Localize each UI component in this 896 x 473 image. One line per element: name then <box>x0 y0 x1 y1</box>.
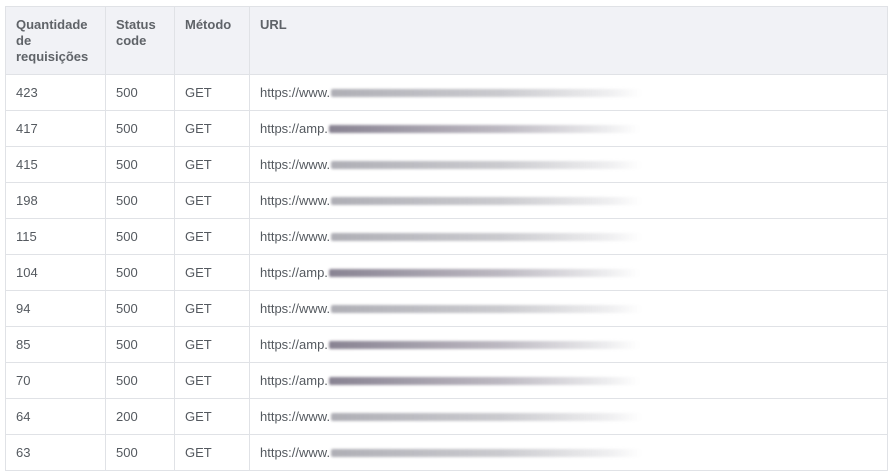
cell-method: GET <box>174 434 250 471</box>
redacted-url-blur <box>331 232 642 241</box>
header-status-code: Status code <box>105 6 175 75</box>
table-row: 115 500 GET https://www. <box>5 218 888 255</box>
cell-status-code: 500 <box>105 326 175 363</box>
table-row: 417 500 GET https://amp. <box>5 110 888 147</box>
table-row: 415 500 GET https://www. <box>5 146 888 183</box>
cell-method: GET <box>174 218 250 255</box>
cell-request-count: 415 <box>5 146 106 183</box>
cell-request-count: 423 <box>5 74 106 111</box>
cell-status-code: 500 <box>105 218 175 255</box>
url-text: https://www. <box>260 157 331 172</box>
table-row: 94 500 GET https://www. <box>5 290 888 327</box>
url-text: https://www. <box>260 409 331 424</box>
cell-method: GET <box>174 290 250 327</box>
cell-method: GET <box>174 398 250 435</box>
cell-method: GET <box>174 182 250 219</box>
cell-request-count: 115 <box>5 218 106 255</box>
cell-status-code: 500 <box>105 110 175 147</box>
redacted-url-blur <box>331 160 642 169</box>
cell-url: https://amp. <box>249 326 888 363</box>
cell-status-code: 500 <box>105 74 175 111</box>
cell-method: GET <box>174 254 250 291</box>
url-text: https://amp. <box>260 265 328 280</box>
cell-status-code: 500 <box>105 254 175 291</box>
cell-method: GET <box>174 362 250 399</box>
header-url: URL <box>249 6 888 75</box>
cell-url: https://amp. <box>249 254 888 291</box>
cell-url: https://amp. <box>249 110 888 147</box>
cell-status-code: 500 <box>105 182 175 219</box>
requests-table: Quantidade de requisições Status code Mé… <box>5 6 888 471</box>
url-text: https://www. <box>260 193 331 208</box>
cell-request-count: 417 <box>5 110 106 147</box>
redacted-url-blur <box>328 124 639 133</box>
cell-request-count: 104 <box>5 254 106 291</box>
cell-url: https://amp. <box>249 362 888 399</box>
header-method: Método <box>174 6 250 75</box>
table-row: 198 500 GET https://www. <box>5 182 888 219</box>
url-text: https://www. <box>260 445 331 460</box>
redacted-url-blur <box>331 448 642 457</box>
url-text: https://www. <box>260 229 331 244</box>
cell-url: https://www. <box>249 290 888 327</box>
table-row: 85 500 GET https://amp. <box>5 326 888 363</box>
redacted-url-blur <box>331 412 642 421</box>
url-text: https://amp. <box>260 373 328 388</box>
cell-status-code: 500 <box>105 362 175 399</box>
table-row: 70 500 GET https://amp. <box>5 362 888 399</box>
redacted-url-blur <box>328 268 639 277</box>
table-row: 63 500 GET https://www. <box>5 434 888 471</box>
cell-request-count: 64 <box>5 398 106 435</box>
cell-status-code: 200 <box>105 398 175 435</box>
cell-method: GET <box>174 110 250 147</box>
cell-request-count: 94 <box>5 290 106 327</box>
cell-request-count: 85 <box>5 326 106 363</box>
cell-url: https://www. <box>249 398 888 435</box>
table-header: Quantidade de requisições Status code Mé… <box>5 6 888 75</box>
redacted-url-blur <box>331 88 642 97</box>
cell-request-count: 63 <box>5 434 106 471</box>
cell-url: https://www. <box>249 146 888 183</box>
cell-url: https://www. <box>249 182 888 219</box>
requests-table-container: Quantidade de requisições Status code Mé… <box>5 6 888 471</box>
cell-method: GET <box>174 146 250 183</box>
url-text: https://amp. <box>260 337 328 352</box>
url-text: https://amp. <box>260 121 328 136</box>
cell-status-code: 500 <box>105 146 175 183</box>
url-text: https://www. <box>260 301 331 316</box>
redacted-url-blur <box>328 340 639 349</box>
table-row: 104 500 GET https://amp. <box>5 254 888 291</box>
table-body: 423 500 GET https://www. 417 500 GET htt… <box>5 74 888 471</box>
redacted-url-blur <box>328 376 639 385</box>
cell-url: https://www. <box>249 218 888 255</box>
cell-request-count: 70 <box>5 362 106 399</box>
header-request-count: Quantidade de requisições <box>5 6 106 75</box>
redacted-url-blur <box>331 196 642 205</box>
redacted-url-blur <box>331 304 642 313</box>
url-text: https://www. <box>260 85 331 100</box>
table-row: 423 500 GET https://www. <box>5 74 888 111</box>
cell-url: https://www. <box>249 74 888 111</box>
cell-status-code: 500 <box>105 290 175 327</box>
cell-method: GET <box>174 326 250 363</box>
table-row: 64 200 GET https://www. <box>5 398 888 435</box>
cell-request-count: 198 <box>5 182 106 219</box>
cell-status-code: 500 <box>105 434 175 471</box>
header-row: Quantidade de requisições Status code Mé… <box>5 6 888 75</box>
cell-method: GET <box>174 74 250 111</box>
cell-url: https://www. <box>249 434 888 471</box>
